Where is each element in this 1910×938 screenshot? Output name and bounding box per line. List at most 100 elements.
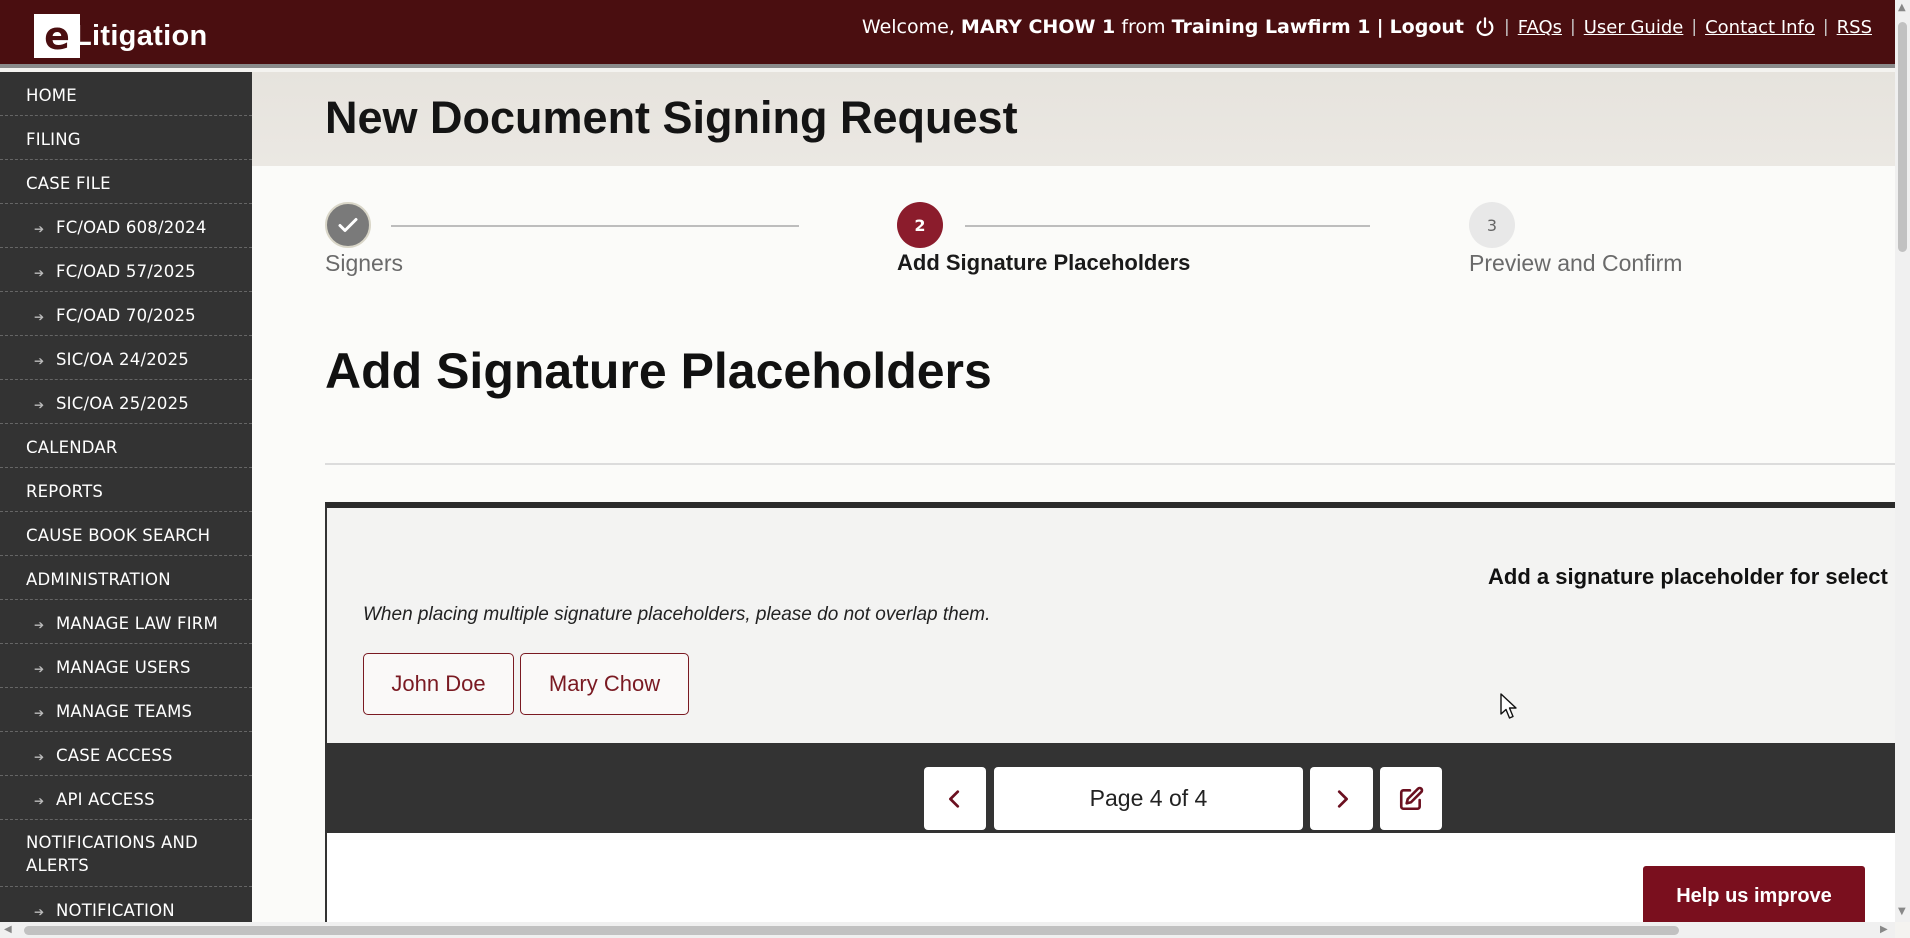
sidebar-subitem-case-access[interactable]: ➔ CASE ACCESS: [0, 732, 252, 776]
step-connector: [391, 225, 799, 227]
top-header: e Litigation Welcome, MARY CHOW 1 from T…: [0, 0, 1910, 68]
rss-link[interactable]: RSS: [1837, 17, 1872, 38]
main-content: New Document Signing Request 2 3 Signers…: [252, 72, 1895, 922]
arrow-right-icon: ➔: [34, 618, 45, 632]
chevron-left-icon: [949, 789, 960, 808]
sidebar-item-label: FILING: [26, 130, 81, 149]
logout-link[interactable]: Logout: [1390, 16, 1464, 38]
sidebar-item-home[interactable]: HOME: [0, 72, 252, 116]
help-us-improve-button[interactable]: Help us improve: [1643, 866, 1865, 926]
section-divider: [325, 463, 1895, 465]
sidebar-item-label: MANAGE TEAMS: [56, 702, 193, 721]
checkmark-icon: [338, 218, 358, 232]
arrow-right-icon: ➔: [34, 266, 45, 280]
divider-pipe: |: [1376, 16, 1384, 38]
sidebar-subitem-notification[interactable]: ➔ NOTIFICATION: [0, 887, 252, 922]
sidebar-item-calendar[interactable]: CALENDAR: [0, 424, 252, 468]
horizontal-scrollbar[interactable]: ◀ ▶: [0, 922, 1895, 938]
step-1-done[interactable]: [325, 202, 371, 248]
arrow-right-icon: ➔: [34, 706, 45, 720]
chevron-right-icon: [1337, 789, 1348, 808]
separator: |: [1570, 17, 1576, 37]
sidebar-item-label: CASE FILE: [26, 174, 111, 193]
overlap-note: When placing multiple signature placehol…: [363, 604, 991, 625]
elitigation-logo[interactable]: e Litigation: [34, 14, 207, 58]
sidebar-item-label: HOME: [26, 86, 77, 105]
welcome-text: Welcome,: [861, 16, 955, 38]
sidebar-item-label: FC/OAD 57/2025: [56, 262, 196, 281]
prev-page-button[interactable]: [924, 767, 986, 830]
arrow-right-icon: ➔: [34, 354, 45, 368]
sidebar-subitem-case[interactable]: ➔ SIC/OA 25/2025: [0, 380, 252, 424]
sidebar-subitem-case[interactable]: ➔ FC/OAD 608/2024: [0, 204, 252, 248]
page-indicator-text: Page 4 of 4: [1089, 785, 1208, 811]
sidebar-item-label: CASE ACCESS: [56, 746, 173, 765]
faqs-link[interactable]: FAQs: [1518, 17, 1562, 38]
sidebar-item-case-file[interactable]: CASE FILE: [0, 160, 252, 204]
sidebar-item-reports[interactable]: REPORTS: [0, 468, 252, 512]
separator: |: [1691, 17, 1698, 37]
sidebar-item-label: CAUSE BOOK SEARCH: [26, 526, 211, 545]
scroll-down-icon[interactable]: ▼: [1898, 906, 1906, 917]
section-title: Add Signature Placeholders: [325, 343, 992, 399]
progress-stepper: 2 3 Signers Add Signature Placeholders P…: [325, 202, 1825, 292]
placeholder-panel: Add a signature placeholder for select W…: [325, 502, 1895, 922]
step-number: 2: [914, 215, 926, 235]
sidebar-item-label: REPORTS: [26, 482, 104, 501]
vertical-scrollbar[interactable]: ▲ ▼: [1895, 0, 1910, 922]
logo-text: Litigation: [74, 19, 208, 52]
sidebar-subitem-case[interactable]: ➔ FC/OAD 70/2025: [0, 292, 252, 336]
page-title: New Document Signing Request: [325, 92, 1018, 143]
step-connector: [965, 225, 1370, 227]
arrow-right-icon: ➔: [34, 662, 45, 676]
top-nav: Welcome, MARY CHOW 1 from Training Lawfi…: [862, 16, 1872, 38]
sidebar-nav: HOME FILING CASE FILE ➔ FC/OAD 608/2024 ➔…: [0, 72, 252, 922]
sidebar-item-label: CALENDAR: [26, 438, 118, 457]
mouse-cursor-icon: [1500, 693, 1517, 719]
user-name: MARY CHOW 1: [960, 16, 1116, 38]
sidebar-subitem-manage-users[interactable]: ➔ MANAGE USERS: [0, 644, 252, 688]
step-1-label: Signers: [325, 250, 403, 276]
power-icon[interactable]: [1474, 16, 1496, 38]
sidebar-item-label: API ACCESS: [56, 790, 155, 809]
sidebar-subitem-api-access[interactable]: ➔ API ACCESS: [0, 776, 252, 820]
signer-button-mary-chow[interactable]: Mary Chow: [520, 653, 689, 715]
step-2-label: Add Signature Placeholders: [897, 250, 1191, 275]
title-band: New Document Signing Request: [252, 72, 1895, 166]
contact-info-link[interactable]: Contact Info: [1705, 17, 1815, 38]
horizontal-scroll-thumb[interactable]: [24, 926, 1679, 935]
step-3-pending: 3: [1469, 202, 1515, 248]
sidebar-item-administration[interactable]: ADMINISTRATION: [0, 556, 252, 600]
sidebar-subitem-manage-teams[interactable]: ➔ MANAGE TEAMS: [0, 688, 252, 732]
scroll-right-icon[interactable]: ▶: [1880, 924, 1888, 935]
document-toolbar: Page 4 of 4: [327, 743, 1895, 833]
signer-button-john-doe[interactable]: John Doe: [363, 653, 514, 715]
step-number: 3: [1486, 215, 1498, 235]
arrow-right-icon: ➔: [34, 310, 45, 324]
sidebar-item-notifications-alerts[interactable]: NOTIFICATIONS AND ALERTS: [0, 820, 252, 887]
sidebar-subitem-case[interactable]: ➔ SIC/OA 24/2025: [0, 336, 252, 380]
edit-button[interactable]: [1380, 767, 1442, 830]
separator: |: [1504, 17, 1510, 37]
sidebar-item-label: MANAGE LAW FIRM: [56, 614, 218, 633]
user-guide-link[interactable]: User Guide: [1584, 17, 1684, 38]
sidebar-item-label: SIC/OA 24/2025: [56, 350, 189, 369]
sidebar-subitem-case[interactable]: ➔ FC/OAD 57/2025: [0, 248, 252, 292]
page-indicator: Page 4 of 4: [994, 767, 1303, 830]
sidebar-item-label: NOTIFICATION: [56, 901, 175, 920]
sidebar-item-filing[interactable]: FILING: [0, 116, 252, 160]
sidebar-item-label: MANAGE USERS: [56, 658, 191, 677]
from-text: from: [1121, 16, 1166, 38]
firm-name: Training Lawfirm 1: [1171, 16, 1371, 38]
scroll-up-icon[interactable]: ▲: [1898, 2, 1906, 13]
sidebar-item-cause-book-search[interactable]: CAUSE BOOK SEARCH: [0, 512, 252, 556]
next-page-button[interactable]: [1310, 767, 1373, 830]
arrow-right-icon: ➔: [34, 222, 45, 236]
panel-heading: Add a signature placeholder for select: [1488, 564, 1888, 589]
sidebar-item-label: FC/OAD 608/2024: [56, 218, 207, 237]
vertical-scroll-thumb[interactable]: [1898, 22, 1907, 252]
sidebar-subitem-manage-law-firm[interactable]: ➔ MANAGE LAW FIRM: [0, 600, 252, 644]
step-2-active: 2: [897, 202, 943, 248]
scroll-left-icon[interactable]: ◀: [4, 924, 12, 935]
sidebar-item-label: NOTIFICATIONS AND ALERTS: [26, 833, 198, 875]
